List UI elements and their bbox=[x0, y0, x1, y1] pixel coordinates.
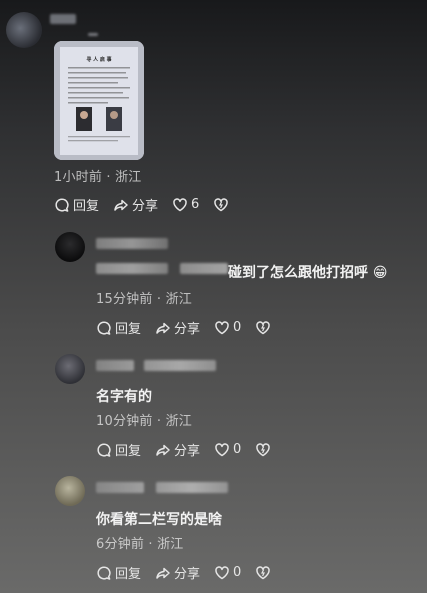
like-button[interactable]: 0 bbox=[214, 320, 241, 336]
reply-button[interactable]: 回复 bbox=[54, 195, 99, 214]
reply-time: 15分钟前 bbox=[96, 292, 153, 307]
separator: · bbox=[156, 414, 162, 429]
dislike-heart-icon bbox=[256, 442, 271, 456]
share-button[interactable]: 分享 bbox=[155, 318, 200, 337]
poster-title: 寻 人 启 事 bbox=[86, 56, 111, 63]
share-button[interactable]: 分享 bbox=[155, 440, 200, 459]
avatar[interactable] bbox=[6, 12, 42, 48]
avatar[interactable] bbox=[55, 354, 85, 384]
reply-actions: 回复 分享 0 bbox=[96, 563, 288, 582]
share-button[interactable]: 分享 bbox=[113, 195, 158, 214]
reply-meta: 10分钟前 · 浙江 bbox=[96, 410, 192, 429]
reply-button[interactable]: 回复 bbox=[96, 440, 141, 459]
reply-button[interactable]: 回复 bbox=[96, 318, 141, 337]
comment-icon bbox=[55, 197, 69, 212]
mention-redacted bbox=[156, 482, 228, 493]
reply-label: 回复 bbox=[115, 444, 142, 459]
avatar[interactable] bbox=[55, 232, 85, 262]
reply-time: 10分钟前 bbox=[96, 414, 153, 429]
reply-actions: 回复 分享 0 bbox=[96, 440, 288, 459]
like-count: 0 bbox=[233, 320, 242, 335]
reply-meta: 6分钟前 · 浙江 bbox=[96, 533, 184, 552]
username-redacted bbox=[96, 238, 168, 249]
share-button[interactable]: 分享 bbox=[155, 563, 200, 582]
mention-redacted bbox=[96, 263, 168, 274]
share-label: 分享 bbox=[174, 444, 201, 459]
dislike-heart-icon bbox=[214, 197, 229, 211]
reply-text: 你看第二栏写的是啥 bbox=[96, 512, 222, 528]
comment-icon bbox=[97, 320, 111, 335]
like-button[interactable]: 0 bbox=[214, 442, 241, 458]
dislike-heart-icon bbox=[256, 565, 271, 579]
comment-meta: 1小时前 · 浙江 bbox=[54, 166, 142, 185]
reply-location: 浙江 bbox=[157, 537, 184, 552]
username-redacted bbox=[96, 482, 144, 493]
heart-icon bbox=[215, 442, 229, 456]
like-button[interactable]: 6 bbox=[172, 197, 199, 213]
heart-icon bbox=[173, 197, 187, 211]
share-label: 分享 bbox=[174, 322, 201, 337]
dislike-button[interactable] bbox=[255, 442, 274, 458]
dislike-button[interactable] bbox=[255, 320, 274, 336]
mention-redacted bbox=[180, 263, 228, 274]
reply-text: 碰到了怎么跟他打招呼 😁 bbox=[228, 265, 388, 281]
reply-label: 回复 bbox=[115, 567, 142, 582]
share-icon bbox=[114, 199, 128, 211]
reply-button[interactable]: 回复 bbox=[96, 563, 141, 582]
comment-image[interactable]: 寻 人 启 事 bbox=[54, 41, 144, 160]
like-button[interactable]: 0 bbox=[214, 565, 241, 581]
reply-meta: 15分钟前 · 浙江 bbox=[96, 288, 192, 307]
mention-redacted bbox=[144, 360, 216, 371]
heart-icon bbox=[215, 565, 229, 579]
share-label: 分享 bbox=[132, 199, 159, 214]
reply-location: 浙江 bbox=[165, 414, 192, 429]
reply-label: 回复 bbox=[115, 322, 142, 337]
like-count: 6 bbox=[191, 197, 200, 212]
share-icon bbox=[156, 444, 170, 456]
dislike-heart-icon bbox=[256, 320, 271, 334]
comment-actions: 回复 分享 6 bbox=[54, 195, 246, 214]
avatar[interactable] bbox=[55, 476, 85, 506]
username-redacted bbox=[88, 33, 98, 36]
username-redacted bbox=[50, 14, 76, 24]
reply-location: 浙江 bbox=[165, 292, 192, 307]
reply-label: 回复 bbox=[73, 199, 100, 214]
comment-location: 浙江 bbox=[115, 170, 142, 185]
share-label: 分享 bbox=[174, 567, 201, 582]
reply-text: 名字有的 bbox=[96, 389, 152, 405]
comment-time: 1小时前 bbox=[54, 170, 103, 185]
comment-icon bbox=[97, 565, 111, 580]
like-count: 0 bbox=[233, 442, 242, 457]
separator: · bbox=[106, 170, 111, 185]
dislike-button[interactable] bbox=[255, 565, 274, 581]
reply-time: 6分钟前 bbox=[96, 537, 145, 552]
separator: · bbox=[148, 537, 153, 552]
dislike-button[interactable] bbox=[213, 197, 232, 213]
reply-actions: 回复 分享 0 bbox=[96, 318, 288, 337]
share-icon bbox=[156, 322, 170, 334]
heart-icon bbox=[215, 320, 229, 334]
username-redacted bbox=[96, 360, 134, 371]
separator: · bbox=[156, 292, 162, 307]
share-icon bbox=[156, 567, 170, 579]
like-count: 0 bbox=[233, 565, 242, 580]
comment-icon bbox=[97, 442, 111, 457]
